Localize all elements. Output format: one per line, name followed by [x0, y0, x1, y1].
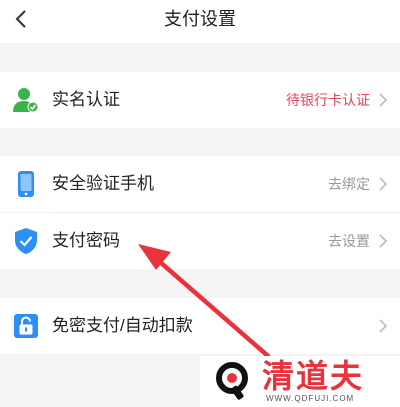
- row-label: 安全验证手机: [52, 174, 154, 193]
- chevron-right-icon: [379, 177, 388, 191]
- action-value: 去设置: [328, 233, 370, 249]
- watermark: 清道夫 WWW.QDFUJI.COM: [200, 356, 400, 407]
- page-title: 支付设置: [164, 9, 236, 29]
- row-label: 免密支付/自动扣款: [52, 316, 193, 335]
- chevron-left-icon: [15, 10, 26, 28]
- watermark-name: 清道夫: [262, 358, 365, 394]
- real-name-verification-row[interactable]: 实名认证 待银行卡认证: [0, 72, 400, 128]
- watermark-logo-icon: [216, 362, 248, 400]
- password-free-payment-row[interactable]: 免密支付/自动扣款: [0, 298, 400, 354]
- row-label: 支付密码: [52, 231, 120, 250]
- action-value: 去绑定: [328, 176, 370, 192]
- user-verified-icon: [13, 88, 39, 113]
- chevron-right-icon: [379, 93, 388, 107]
- watermark-url: WWW.QDFUJI.COM: [266, 394, 355, 403]
- phone-icon: [18, 171, 34, 197]
- lock-icon: [14, 314, 38, 338]
- navigation-bar: 支付设置: [0, 0, 400, 43]
- shield-check-icon: [15, 228, 37, 254]
- chevron-right-icon: [379, 234, 388, 248]
- chevron-right-icon: [379, 319, 388, 333]
- back-button[interactable]: [8, 6, 34, 32]
- row-label: 实名认证: [52, 90, 120, 109]
- payment-password-row[interactable]: 支付密码 去设置: [0, 213, 400, 269]
- status-value: 待银行卡认证: [286, 92, 370, 108]
- security-phone-row[interactable]: 安全验证手机 去绑定: [0, 156, 400, 212]
